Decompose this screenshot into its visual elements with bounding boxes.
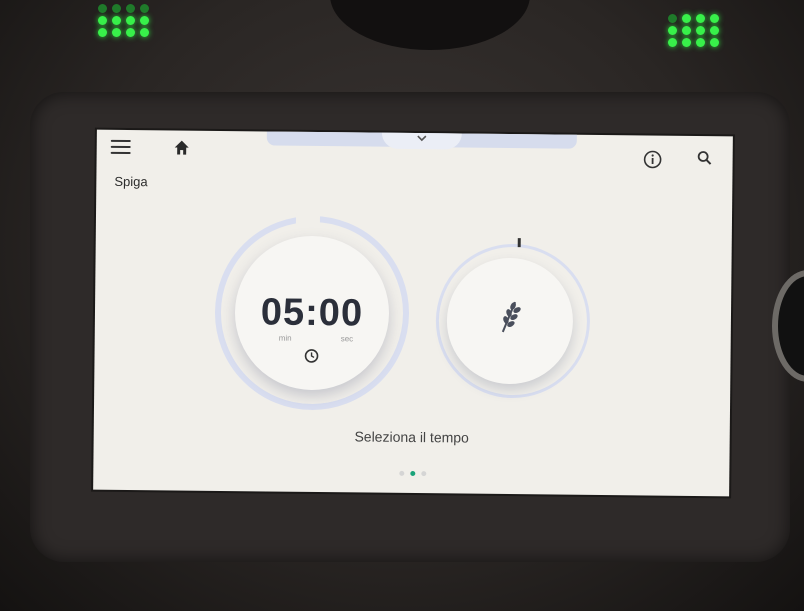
page-indicator	[399, 470, 427, 477]
hamburger-menu-icon[interactable]	[110, 139, 131, 158]
program-dial-button[interactable]	[446, 257, 574, 385]
unit-min-label: min	[278, 333, 292, 343]
timer-value: 05:00	[260, 291, 364, 335]
left-led-indicator	[98, 4, 150, 37]
wheat-grain-icon	[497, 296, 523, 341]
ring-gap	[295, 211, 321, 227]
appliance-body: Spiga 05:00 min sec Seleziona il tempo	[0, 0, 804, 611]
page-dot-active[interactable]	[410, 470, 416, 477]
time-dial-button[interactable]: 05:00 min sec	[234, 235, 390, 391]
unit-sec-label: sec	[340, 334, 354, 344]
home-icon[interactable]	[173, 138, 191, 161]
top-knob	[330, 0, 530, 50]
right-led-indicator	[668, 14, 720, 47]
chevron-down-icon[interactable]	[381, 132, 462, 150]
dial-position-marker	[517, 238, 521, 248]
info-icon[interactable]	[642, 149, 662, 174]
search-icon[interactable]	[697, 150, 713, 171]
page-dot[interactable]	[399, 470, 405, 476]
page-dot[interactable]	[421, 471, 427, 477]
instruction-text: Seleziona il tempo	[354, 428, 469, 446]
program-title: Spiga	[114, 173, 148, 190]
touchscreen: Spiga 05:00 min sec Seleziona il tempo	[93, 129, 733, 497]
clock-icon	[303, 348, 319, 369]
